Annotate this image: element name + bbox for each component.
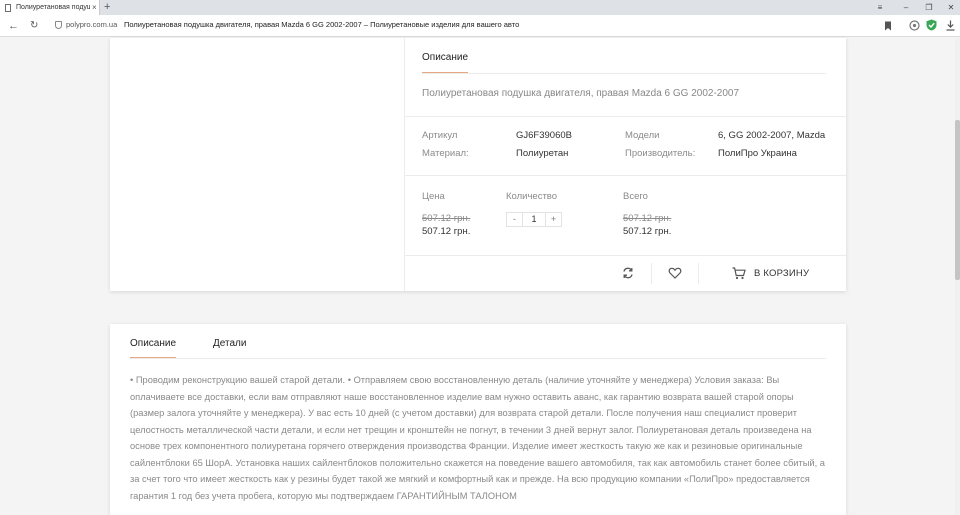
price-value: 507.12 грн. [422, 226, 471, 237]
short-description: Полиуретановая подушка двигателя, правая… [422, 88, 740, 99]
divider [651, 263, 652, 284]
divider [404, 38, 405, 291]
page-favicon-icon [5, 3, 11, 12]
product-description-text: • Проводим реконструкцию вашей старой де… [130, 375, 825, 501]
tab-title: Полиуретановая подуш [16, 4, 90, 11]
quantity-input[interactable]: 1 [522, 213, 546, 226]
details-card: Описание Детали • Проводим реконструкцию… [110, 324, 846, 515]
divider [405, 255, 846, 256]
wishlist-heart-icon[interactable] [668, 266, 682, 280]
active-tab-indicator [130, 357, 176, 358]
back-icon[interactable]: ← [8, 19, 19, 33]
total-old: 507.12 грн. [623, 213, 672, 224]
description-tab[interactable]: Описание [422, 52, 468, 63]
minimize-window-button[interactable]: – [896, 0, 916, 15]
browser-tab-strip: Полиуретановая подуш × + ≡ – ❐ ✕ [0, 0, 960, 15]
close-window-button[interactable]: ✕ [941, 0, 960, 15]
close-tab-icon[interactable]: × [92, 3, 97, 12]
quantity-stepper: - 1 + [506, 212, 562, 227]
tab-details[interactable]: Детали [213, 338, 246, 349]
manufacturer-value: ПолиПро Украина [718, 148, 797, 159]
compare-icon[interactable] [621, 266, 635, 280]
cart-icon [732, 266, 746, 279]
shield-icon[interactable] [55, 21, 62, 29]
tab-divider [130, 358, 826, 359]
adblock-icon[interactable] [926, 19, 937, 31]
product-card: Описание Полиуретановая подушка двигател… [110, 38, 846, 291]
bookmark-icon[interactable] [884, 21, 892, 31]
browser-tab[interactable]: Полиуретановая подуш × [0, 0, 100, 15]
new-tab-button[interactable]: + [104, 1, 110, 13]
sku-label: Артикул [422, 130, 458, 141]
tab-description[interactable]: Описание [130, 338, 176, 349]
models-value: 6, GG 2002-2007, Mazda [718, 130, 826, 141]
total-label: Всего [623, 191, 648, 202]
tab-divider [422, 73, 826, 74]
manufacturer-label: Производитель: [625, 148, 696, 159]
active-tab-indicator [422, 72, 468, 73]
total-value: 507.12 грн. [623, 226, 672, 237]
scrollbar-thumb[interactable] [955, 120, 960, 280]
sku-value: GJ6F39060B [516, 130, 572, 141]
material-label: Материал: [422, 148, 469, 159]
add-to-cart-label: В КОРЗИНУ [754, 267, 810, 279]
address-bar: ← ↻ polypro.com.ua Полиуретановая подушк… [0, 15, 960, 37]
divider [698, 263, 699, 284]
add-to-cart-button[interactable]: В КОРЗИНУ [732, 264, 809, 282]
material-value: Полиуретан [516, 148, 569, 159]
tab-list-icon[interactable]: ≡ [870, 0, 890, 15]
url-domain[interactable]: polypro.com.ua [66, 20, 117, 30]
price-label: Цена [422, 191, 445, 202]
divider [405, 175, 846, 176]
price-old: 507.12 грн. [422, 213, 471, 224]
reload-icon[interactable]: ↻ [30, 19, 38, 33]
url-page-title[interactable]: Полиуретановая подушка двигателя, правая… [124, 20, 519, 30]
quantity-label: Количество [506, 191, 558, 202]
quantity-increase-button[interactable]: + [546, 213, 561, 226]
models-label: Модели [625, 130, 660, 141]
quantity-decrease-button[interactable]: - [507, 213, 522, 226]
divider [405, 116, 846, 117]
download-icon[interactable] [946, 20, 955, 31]
restore-window-button[interactable]: ❐ [919, 0, 939, 15]
extension-icon[interactable] [909, 20, 920, 31]
